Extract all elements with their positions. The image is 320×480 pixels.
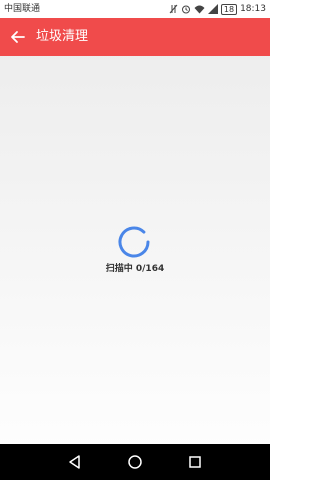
arrow-left-icon[interactable] — [8, 27, 28, 47]
nfc-icon — [169, 4, 178, 14]
loading-spinner-icon — [116, 224, 152, 260]
clock: 18:13 — [240, 4, 266, 14]
screen: 中国联通 18 18:13 垃圾清理 扫描中 0/164 — [0, 0, 270, 480]
alarm-icon — [181, 4, 191, 14]
signal-icon — [207, 4, 218, 14]
app-bar: 垃圾清理 — [0, 18, 270, 56]
page-title: 垃圾清理 — [36, 29, 89, 44]
status-bar: 中国联通 18 18:13 — [0, 0, 270, 18]
carrier-name: 中国联通 — [4, 4, 41, 14]
scan-status: 扫描中 0/164 — [105, 264, 165, 274]
wifi-icon — [194, 4, 205, 14]
triangle-back-icon[interactable] — [65, 452, 85, 472]
circle-home-icon[interactable] — [125, 452, 145, 472]
navigation-bar — [0, 444, 270, 480]
battery-icon: 18 — [220, 3, 238, 15]
square-recents-icon[interactable] — [185, 452, 205, 472]
status-icons: 18 18:13 — [169, 2, 266, 16]
